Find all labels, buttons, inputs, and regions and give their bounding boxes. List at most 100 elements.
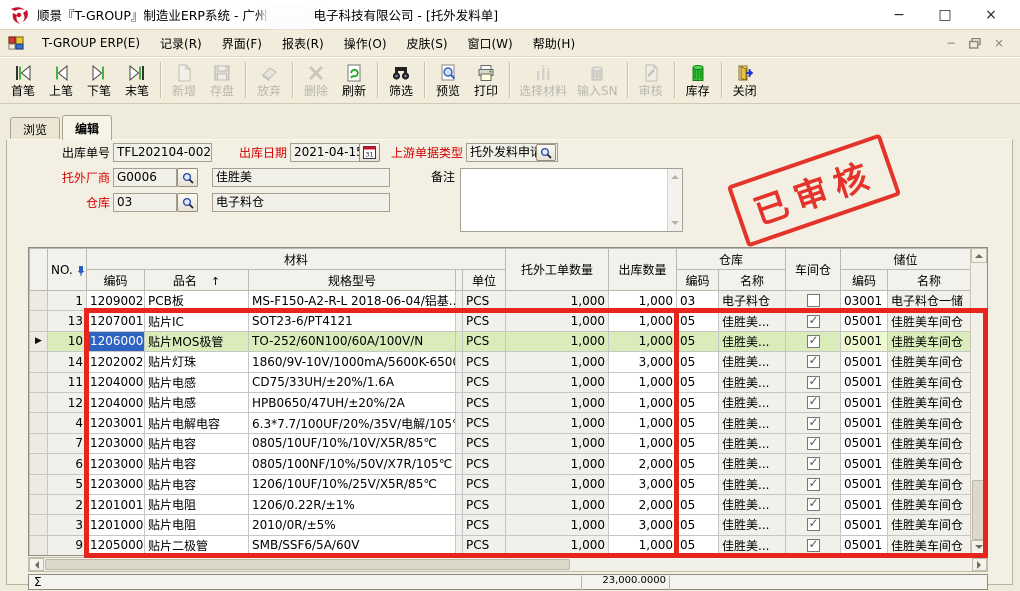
workshop-checkbox[interactable] (807, 518, 820, 531)
workshop-checkbox[interactable] (807, 498, 820, 511)
cell-whc[interactable]: 05 (677, 494, 719, 514)
cell-ln[interactable]: 佳胜美车间仓 (888, 331, 970, 351)
cell-spec[interactable]: HPB0650/47UH/±20%/2A (249, 392, 456, 412)
minimize-button[interactable]: − (888, 7, 910, 23)
doc-no-field[interactable]: TFL202104-0022 (113, 143, 212, 162)
last-record-button[interactable]: 末笔 (118, 59, 156, 102)
cell-whn[interactable]: 电子料仓 (719, 291, 786, 311)
out-date-field[interactable]: 2021-04-15 (290, 143, 360, 162)
tab-browse[interactable]: 浏览 (10, 117, 60, 140)
cell-whc[interactable]: 05 (677, 454, 719, 474)
scroll-up-icon[interactable] (671, 171, 679, 179)
cell-ln[interactable]: 佳胜美车间仓 (888, 535, 970, 555)
cell-sliver[interactable] (456, 433, 463, 453)
workshop-checkbox[interactable] (807, 294, 820, 307)
cell-no[interactable]: 4 (48, 413, 87, 433)
cell-spec[interactable]: MS-F150-A2-R-L 2018-06-04/铝基... (249, 291, 456, 311)
menu-item-operation[interactable]: 操作(O) (334, 32, 397, 55)
menu-item-help[interactable]: 帮助(H) (523, 32, 585, 55)
vendor-lookup-button[interactable] (177, 168, 198, 187)
cell-unit[interactable]: PCS (463, 331, 506, 351)
cell-code[interactable]: 12040007 (87, 392, 145, 412)
cell-out[interactable]: 3,000 (609, 474, 677, 494)
cell-no[interactable]: 10 (48, 331, 87, 351)
warehouse-lookup-button[interactable] (177, 193, 198, 212)
cell-code[interactable]: 12050004 (87, 535, 145, 555)
cell-name[interactable]: 贴片电阻 (145, 494, 249, 514)
cell-sliver[interactable] (456, 515, 463, 535)
cell-no[interactable]: 14 (48, 352, 87, 372)
header-order-qty[interactable]: 托外工单数量 (506, 249, 609, 291)
workshop-checkbox[interactable] (807, 376, 820, 389)
warehouse-code-field[interactable]: 03 (113, 193, 177, 212)
cell-name[interactable]: 贴片电容 (145, 474, 249, 494)
cell-ln[interactable]: 佳胜美车间仓 (888, 372, 970, 392)
cell-oq[interactable]: 1,000 (506, 372, 609, 392)
print-button[interactable]: 打印 (467, 59, 505, 102)
cell-spec[interactable]: 0805/10UF/10%/10V/X5R/85℃ (249, 433, 456, 453)
cell-whn[interactable]: 佳胜美... (719, 535, 786, 555)
table-row[interactable]: 412030010贴片电解电容6.3*7.7/100UF/20%/35V/电解/… (30, 413, 971, 433)
cell-ln[interactable]: 佳胜美车间仓 (888, 454, 970, 474)
cell-lc[interactable]: 05001 (841, 331, 888, 351)
cell-unit[interactable]: PCS (463, 433, 506, 453)
header-loc-name[interactable]: 名称 (888, 270, 970, 291)
menu-item-interface[interactable]: 界面(F) (212, 32, 272, 55)
cell-spec[interactable]: 1860/9V-10V/1000mA/5600K-6500K... (249, 352, 456, 372)
cell-name[interactable]: 贴片电感 (145, 392, 249, 412)
cell-oq[interactable]: 1,000 (506, 433, 609, 453)
cell-lc[interactable]: 05001 (841, 494, 888, 514)
scroll-up-button[interactable] (971, 248, 987, 263)
cell-code[interactable]: 12060003 (87, 331, 145, 351)
cell-no[interactable]: 6 (48, 454, 87, 474)
cell-name[interactable]: 贴片电容 (145, 433, 249, 453)
close-button[interactable]: × (980, 7, 1002, 23)
cell-sliver[interactable] (456, 352, 463, 372)
cell-spec[interactable]: 0805/100NF/10%/50V/X7R/105℃ (249, 454, 456, 474)
cell-code[interactable]: 12010013 (87, 494, 145, 514)
cell-sliver[interactable] (456, 535, 463, 555)
cell-name[interactable]: 贴片二极管 (145, 535, 249, 555)
cell-ln[interactable]: 佳胜美车间仓 (888, 515, 970, 535)
cell-ln[interactable]: 佳胜美车间仓 (888, 474, 970, 494)
cell-unit[interactable]: PCS (463, 454, 506, 474)
header-loc-code[interactable]: 编码 (841, 270, 888, 291)
cell-ws[interactable] (786, 311, 841, 331)
cell-whc[interactable]: 05 (677, 372, 719, 392)
calendar-button[interactable]: 31 (359, 143, 380, 162)
header-unit[interactable]: 单位 (463, 270, 506, 291)
cell-whn[interactable]: 佳胜美... (719, 515, 786, 535)
cell-ws[interactable] (786, 352, 841, 372)
prev-record-button[interactable]: 上笔 (42, 59, 80, 102)
cell-no[interactable]: 9 (48, 535, 87, 555)
refresh-button[interactable]: 刷新 (335, 59, 373, 102)
cell-whc[interactable]: 05 (677, 352, 719, 372)
cell-unit[interactable]: PCS (463, 515, 506, 535)
cell-ws[interactable] (786, 474, 841, 494)
cell-out[interactable]: 1,000 (609, 392, 677, 412)
cell-ws[interactable] (786, 331, 841, 351)
remark-scrollbar[interactable] (667, 169, 682, 231)
mdi-minimize-button[interactable]: − (944, 36, 958, 50)
cell-out[interactable]: 3,000 (609, 352, 677, 372)
cell-name[interactable]: PCB板 (145, 291, 249, 311)
cell-no[interactable]: 5 (48, 474, 87, 494)
header-code[interactable]: 编码 (87, 270, 145, 291)
cell-ln[interactable]: 佳胜美车间仓 (888, 433, 970, 453)
cell-code[interactable]: 12040002 (87, 372, 145, 392)
cell-spec[interactable]: 6.3*7.7/100UF/20%/35V/电解/105℃ (249, 413, 456, 433)
scroll-right-button[interactable] (972, 558, 987, 571)
cell-whn[interactable]: 佳胜美... (719, 311, 786, 331)
cell-sliver[interactable] (456, 494, 463, 514)
menu-item-skin[interactable]: 皮肤(S) (397, 32, 458, 55)
cell-spec[interactable]: 1206/0.22R/±1% (249, 494, 456, 514)
cell-out[interactable]: 3,000 (609, 515, 677, 535)
cell-whc[interactable]: 05 (677, 413, 719, 433)
cell-oq[interactable]: 1,000 (506, 392, 609, 412)
cell-lc[interactable]: 05001 (841, 474, 888, 494)
table-row[interactable]: 912050004贴片二极管SMB/SSF6/5A/60VPCS1,0001,0… (30, 535, 971, 555)
cell-ws[interactable] (786, 535, 841, 555)
table-row[interactable]: ▶1012060003贴片MOS极管TO-252/60N100/60A/100V… (30, 331, 971, 351)
cell-whc[interactable]: 05 (677, 331, 719, 351)
cell-ln[interactable]: 佳胜美车间仓 (888, 392, 970, 412)
